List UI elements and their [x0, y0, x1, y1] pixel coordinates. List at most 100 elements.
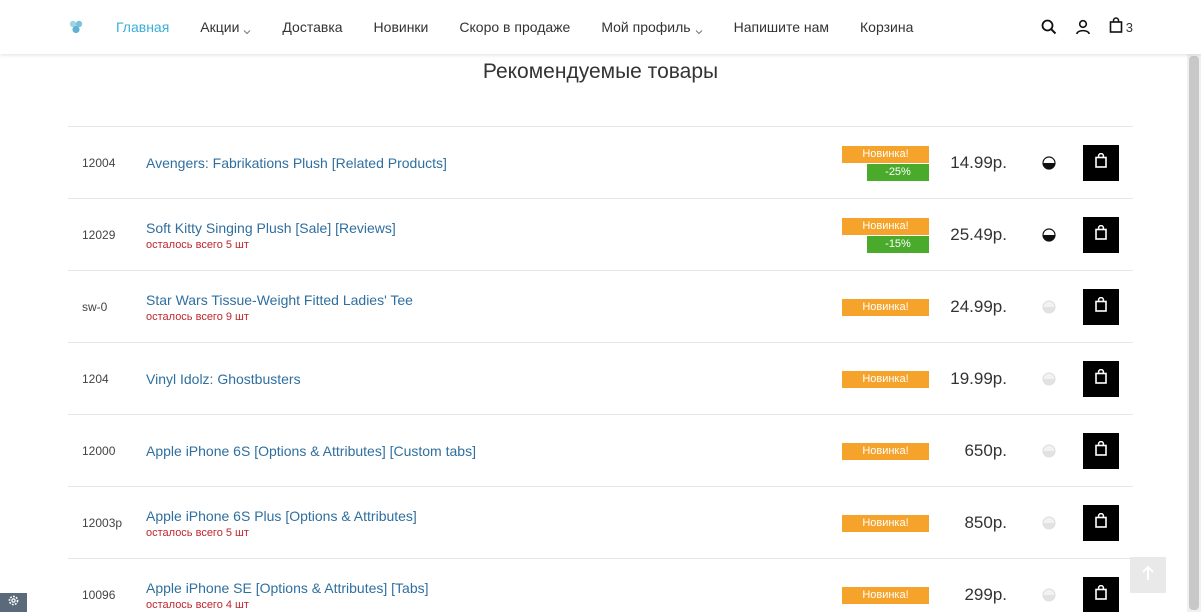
- product-info: Avengers: Fabrikations Plush [Related Pr…: [146, 127, 447, 199]
- stock-level-icon: [1042, 300, 1056, 314]
- product-code: 1204: [82, 372, 109, 386]
- add-to-cart-button[interactable]: [1083, 433, 1119, 469]
- add-to-cart-button[interactable]: [1083, 217, 1119, 253]
- logo-icon[interactable]: [68, 19, 84, 35]
- product-row: 12004 Avengers: Fabrikations Plush [Relat…: [68, 126, 1133, 198]
- shopping-bag-icon: [1095, 584, 1107, 605]
- new-badge: Новинка!: [842, 370, 929, 388]
- product-list: 12004 Avengers: Fabrikations Plush [Relat…: [68, 126, 1133, 612]
- product-name-link[interactable]: Apple iPhone SE [Options & Attributes] […: [146, 580, 429, 596]
- product-code: 12029: [82, 228, 116, 242]
- nav-item-label: Новинки: [373, 19, 429, 35]
- nav-item-2[interactable]: Доставка: [282, 19, 342, 35]
- shopping-bag-icon: [1095, 296, 1107, 317]
- product-badges: Новинка!: [841, 559, 929, 612]
- product-info: Apple iPhone 6S Plus [Options & Attribut…: [146, 487, 417, 559]
- nav-item-4[interactable]: Скоро в продаже: [459, 19, 570, 35]
- product-row: 12000 Apple iPhone 6S [Options & Attribut…: [68, 414, 1133, 486]
- product-code: sw-0: [82, 300, 108, 314]
- nav-item-7[interactable]: Корзина: [860, 19, 913, 35]
- nav-item-0[interactable]: Главная: [116, 19, 169, 35]
- product-name-link[interactable]: Vinyl Idolz: Ghostbusters: [146, 371, 301, 387]
- shopping-bag-icon: [1095, 224, 1107, 245]
- product-code: 12000: [82, 444, 116, 458]
- new-badge: Новинка!: [842, 514, 929, 532]
- nav-item-label: Скоро в продаже: [459, 19, 571, 35]
- nav-item-label: Корзина: [860, 19, 914, 35]
- user-icon[interactable]: [1075, 19, 1091, 35]
- discount-badge: -15%: [867, 235, 929, 253]
- stock-level-icon: [1042, 588, 1056, 602]
- product-badges: Новинка! -15%: [841, 199, 929, 271]
- product-row: 1204 Vinyl Idolz: Ghostbusters Новинка! 19.…: [68, 342, 1133, 414]
- scroll-to-top-button[interactable]: [1130, 557, 1166, 593]
- stock-note: осталось всего 5 шт: [146, 526, 249, 539]
- gear-icon: [7, 594, 20, 612]
- product-row: 12003p Apple iPhone 6S Plus [Options & At…: [68, 486, 1133, 558]
- product-name-link[interactable]: Avengers: Fabrikations Plush [Related Pr…: [146, 155, 447, 171]
- product-price: 14.99р.: [950, 153, 1007, 172]
- nav-item-1[interactable]: Акции: [200, 19, 251, 35]
- chevron-down-icon: [243, 23, 251, 35]
- product-price: 850р.: [964, 513, 1007, 532]
- product-info: Vinyl Idolz: Ghostbusters: [146, 343, 301, 415]
- product-price: 299р.: [964, 585, 1007, 604]
- cart-button[interactable]: 3: [1109, 16, 1133, 38]
- product-code: 12003p: [82, 516, 123, 530]
- add-to-cart-button[interactable]: [1083, 577, 1119, 612]
- product-badges: Новинка!: [841, 343, 929, 415]
- shopping-bag-icon: [1095, 440, 1107, 461]
- nav-item-label: Напишите нам: [733, 19, 830, 35]
- product-price: 19.99р.: [950, 369, 1007, 388]
- nav-item-label: Главная: [116, 19, 170, 35]
- product-info: Apple iPhone SE [Options & Attributes] […: [146, 559, 429, 612]
- new-badge: Новинка!: [842, 217, 929, 235]
- product-badges: Новинка!: [841, 415, 929, 487]
- stock-level-icon: [1042, 228, 1056, 242]
- product-row: 12029 Soft Kitty Singing Plush [Sale] [Re…: [68, 198, 1133, 270]
- site-header: Главная Акции Доставка Новинки Скоро в прода…: [0, 0, 1201, 54]
- product-badges: Новинка!: [841, 487, 929, 559]
- section-title: Рекомендуемые товары: [482, 60, 719, 83]
- product-price: 25.49р.: [950, 225, 1007, 244]
- shopping-bag-icon: [1095, 512, 1107, 533]
- header-tools: 3: [1025, 0, 1133, 54]
- new-badge: Новинка!: [842, 298, 929, 316]
- nav-item-label: Доставка: [282, 19, 343, 35]
- nav-item-6[interactable]: Напишите нам: [734, 19, 829, 35]
- product-info: Soft Kitty Singing Plush [Sale] [Reviews…: [146, 199, 396, 271]
- product-name-link[interactable]: Soft Kitty Singing Plush [Sale] [Reviews…: [146, 220, 396, 236]
- product-name-link[interactable]: Star Wars Tissue-Weight Fitted Ladies' T…: [146, 292, 413, 308]
- product-name-link[interactable]: Apple iPhone 6S [Options & Attributes] […: [146, 443, 476, 459]
- vertical-scrollbar[interactable]: [1187, 54, 1201, 612]
- add-to-cart-button[interactable]: [1083, 505, 1119, 541]
- stock-note: осталось всего 9 шт: [146, 310, 249, 323]
- nav-item-5[interactable]: Мой профиль: [601, 19, 702, 35]
- new-badge: Новинка!: [842, 442, 929, 460]
- stock-level-icon: [1042, 372, 1056, 386]
- nav-item-3[interactable]: Новинки: [374, 19, 429, 35]
- add-to-cart-button[interactable]: [1083, 361, 1119, 397]
- cart-count: 3: [1125, 19, 1133, 35]
- cart-bag-icon: [1109, 16, 1123, 38]
- product-code: 12004: [82, 156, 116, 170]
- product-price: 24.99р.: [950, 297, 1007, 316]
- shopping-bag-icon: [1095, 368, 1107, 389]
- new-badge: Новинка!: [842, 145, 929, 163]
- arrow-up-icon: [1141, 565, 1155, 586]
- nav-item-label: Мой профиль: [601, 19, 691, 35]
- scrollbar-thumb[interactable]: [1189, 56, 1199, 610]
- product-price: 650р.: [964, 441, 1007, 460]
- stock-level-icon: [1042, 516, 1056, 530]
- add-to-cart-button[interactable]: [1083, 289, 1119, 325]
- add-to-cart-button[interactable]: [1083, 145, 1119, 181]
- search-icon[interactable]: [1041, 19, 1057, 35]
- product-info: Star Wars Tissue-Weight Fitted Ladies' T…: [146, 271, 413, 343]
- product-badges: Новинка! -25%: [841, 127, 929, 199]
- product-name-link[interactable]: Apple iPhone 6S Plus [Options & Attribut…: [146, 508, 417, 524]
- product-row: 10096 Apple iPhone SE [Options & Attribut…: [68, 558, 1133, 612]
- shopping-bag-icon: [1095, 152, 1107, 173]
- settings-gear-button[interactable]: [0, 593, 27, 612]
- product-info: Apple iPhone 6S [Options & Attributes] […: [146, 415, 476, 487]
- stock-level-icon: [1042, 156, 1056, 170]
